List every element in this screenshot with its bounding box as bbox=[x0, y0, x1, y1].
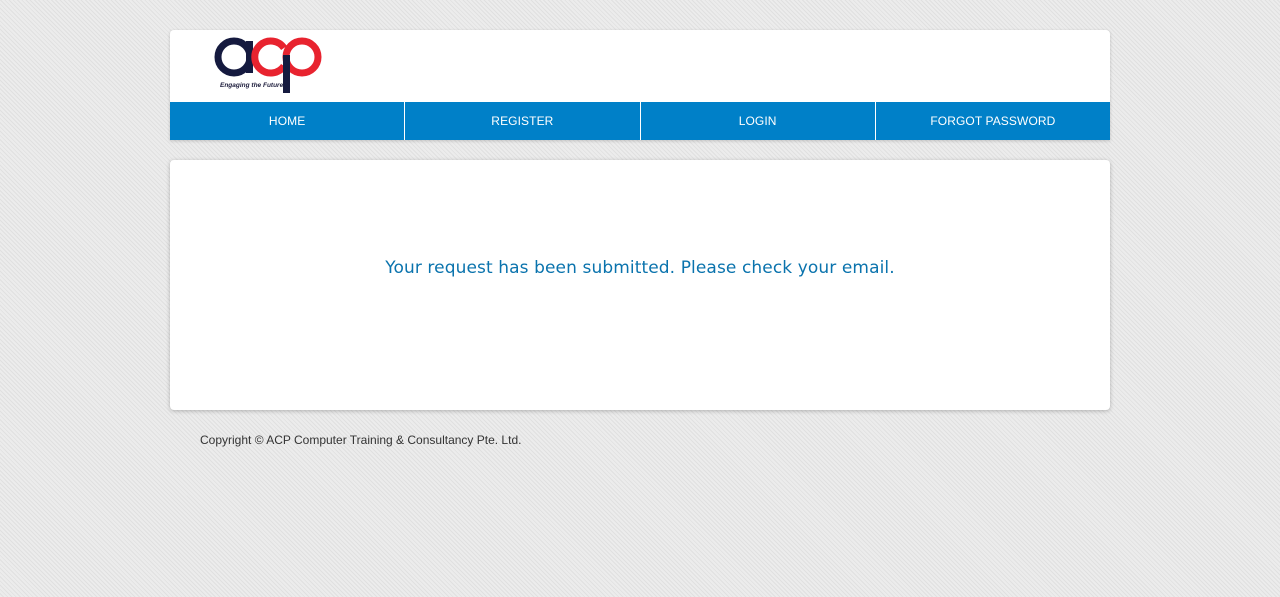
content-panel: Your request has been submitted. Please … bbox=[170, 160, 1110, 410]
nav-item-forgot-password[interactable]: FORGOT PASSWORD bbox=[874, 102, 1110, 140]
site-header: Engaging the Future HOME REGISTER LOGIN … bbox=[170, 30, 1110, 140]
nav-item-home[interactable]: HOME bbox=[170, 102, 404, 140]
acp-logo[interactable]: Engaging the Future bbox=[212, 35, 324, 97]
copyright-text: Copyright © ACP Computer Training & Cons… bbox=[200, 433, 522, 447]
main-nav: HOME REGISTER LOGIN FORGOT PASSWORD bbox=[170, 102, 1110, 140]
page-container: Engaging the Future HOME REGISTER LOGIN … bbox=[170, 30, 1110, 447]
logo-tagline: Engaging the Future bbox=[220, 82, 284, 89]
submission-message: Your request has been submitted. Please … bbox=[385, 258, 895, 278]
nav-item-login[interactable]: LOGIN bbox=[639, 102, 875, 140]
nav-item-register[interactable]: REGISTER bbox=[404, 102, 639, 140]
